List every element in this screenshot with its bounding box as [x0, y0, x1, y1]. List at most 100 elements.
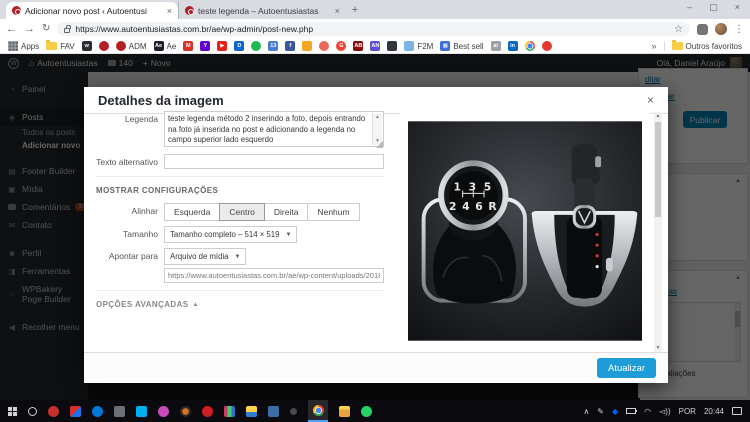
taskbar-colorful-app-icon[interactable] [224, 406, 235, 417]
tab-active[interactable]: Adicionar novo post ‹ Autoentusi × [6, 2, 178, 19]
bookmarks-bar: Apps FAV w ADM AeAe M Y ▶ D 13 f G AB AN… [0, 39, 750, 54]
align-label: Alinhar [84, 203, 164, 221]
other-favorites[interactable]: Outros favoritos [672, 42, 742, 51]
profile-avatar[interactable] [715, 23, 727, 35]
bookmark-facebook[interactable]: f [285, 41, 295, 51]
modal-close-icon[interactable]: × [647, 93, 654, 107]
textarea-resize-handle[interactable] [376, 141, 383, 148]
alt-text-input[interactable] [164, 154, 384, 169]
display-settings-heading: MOSTRAR CONFIGURAÇÕES [96, 186, 396, 195]
scroll-up-icon[interactable]: ▲ [654, 113, 662, 119]
divider [96, 176, 384, 177]
bookmark-spotify[interactable] [251, 41, 261, 51]
align-left-button[interactable]: Esquerda [164, 203, 220, 221]
bookmark-item[interactable]: w [82, 41, 92, 51]
language-indicator[interactable]: POR [679, 407, 696, 416]
tab-close-icon[interactable]: × [335, 6, 340, 16]
scrollbar-thumb[interactable] [655, 122, 661, 217]
align-button-group: Esquerda Centro Direita Nenhum [164, 203, 360, 221]
bookmark-linkedin[interactable]: in [508, 41, 518, 51]
whatsapp-icon[interactable] [361, 406, 372, 417]
bookmark-fav-folder[interactable]: FAV [46, 42, 75, 51]
modal-title: Detalhes da imagem [98, 93, 224, 108]
cortana-search-icon[interactable] [28, 407, 37, 416]
size-select[interactable]: Tamanho completo – 514 × 519▼ [164, 226, 297, 243]
bookmark-opera[interactable] [542, 41, 552, 51]
volume-icon[interactable]: ◅)) [659, 407, 670, 416]
bookmark-item[interactable]: AN [370, 41, 380, 51]
start-button-icon[interactable] [8, 407, 17, 416]
taskbar-arrow-app-icon[interactable] [70, 406, 81, 417]
address-bar[interactable]: https://www.autoentusiastas.com.br/ae/wp… [57, 22, 690, 36]
align-center-button[interactable]: Centro [219, 203, 265, 221]
bookmark-youtube[interactable]: ▶ [217, 41, 227, 51]
battery-icon[interactable] [626, 408, 636, 414]
bookmark-f2m[interactable]: F2M [404, 41, 433, 51]
chrome-taskbar-active[interactable] [308, 400, 328, 422]
bookmark-item[interactable]: G [336, 41, 346, 51]
notifications-icon[interactable] [732, 407, 742, 415]
bookmarks-overflow-icon[interactable]: » [652, 41, 657, 51]
folder-icon [672, 42, 683, 50]
scroll-down-icon[interactable]: ▼ [654, 345, 662, 351]
tab-inactive[interactable]: teste legenda – Autoentusiastas × [178, 2, 346, 19]
triangle-up-icon: ▲ [192, 302, 198, 308]
taskbar-media-app-icon[interactable] [48, 406, 59, 417]
back-icon[interactable]: ← [6, 24, 17, 35]
window-close-icon[interactable]: × [735, 2, 740, 13]
facebook-icon: f [285, 41, 295, 51]
bookmark-chrome[interactable] [525, 41, 535, 51]
bookmark-adm[interactable]: ADM [116, 41, 147, 51]
bookmark-item[interactable] [387, 41, 397, 51]
url-text[interactable]: https://www.autoentusiastas.com.br/ae/wp… [75, 24, 669, 34]
modal-scrollbar[interactable]: ▲ ▼ [654, 112, 662, 352]
new-tab-button[interactable]: + [346, 2, 364, 19]
bookmark-item[interactable] [302, 41, 312, 51]
bookmark-item[interactable] [99, 41, 109, 51]
taskbar-dark-app-icon[interactable] [180, 406, 191, 417]
reload-icon[interactable]: ↻ [42, 24, 50, 34]
bookmark-label: Apps [21, 42, 39, 51]
taskbar-clock[interactable]: 20:44 [704, 407, 724, 416]
tray-expand-icon[interactable]: ∧ [583, 407, 589, 416]
forward-icon[interactable]: → [24, 24, 35, 35]
skype-icon[interactable] [136, 406, 147, 417]
advanced-options-toggle[interactable]: OPÇÕES AVANÇADAS ▲ [96, 300, 396, 309]
window-minimize-icon[interactable]: – [687, 2, 692, 13]
file-explorer-icon[interactable] [339, 406, 350, 417]
photos-icon[interactable] [246, 406, 257, 417]
bookmark-item[interactable]: D [234, 41, 244, 51]
bookmark-yahoo[interactable]: Y [200, 41, 210, 51]
taskbar-small-app-icon[interactable] [290, 408, 297, 415]
window-maximize-icon[interactable]: ▢ [709, 2, 718, 13]
caption-textarea[interactable]: teste legenda método 2 inserindo a foto,… [164, 111, 384, 147]
scroll-up-icon[interactable]: ▲ [375, 114, 380, 120]
bookmark-star-icon[interactable]: ☆ [674, 24, 683, 35]
edge-icon[interactable] [92, 406, 103, 417]
pen-icon[interactable]: ✎ [597, 407, 604, 416]
screen: Adicionar novo post ‹ Autoentusi × teste… [0, 0, 750, 422]
link-url-input[interactable] [164, 268, 384, 283]
store-icon[interactable] [114, 406, 125, 417]
tab-close-icon[interactable]: × [167, 6, 172, 16]
bookmark-item[interactable] [319, 41, 329, 51]
update-button[interactable]: Atualizar [597, 358, 656, 378]
wifi-icon[interactable]: ◠ [644, 407, 651, 416]
dropbox-icon[interactable]: ◆ [612, 407, 618, 416]
align-none-button[interactable]: Nenhum [307, 203, 359, 221]
bookmark-ae[interactable]: AeAe [154, 41, 177, 51]
bookmark-best-sell[interactable]: ▦Best sell [440, 41, 483, 51]
bookmark-item[interactable]: ai [491, 41, 501, 51]
align-right-button[interactable]: Direita [264, 203, 309, 221]
bookmark-item[interactable]: 13 [268, 41, 278, 51]
taskbar-purple-app-icon[interactable] [158, 406, 169, 417]
taskbar-red-app-icon[interactable] [202, 406, 213, 417]
extension-icon[interactable] [697, 24, 708, 35]
taskbar-camera-app-icon[interactable] [268, 406, 279, 417]
bookmark-apps[interactable]: Apps [8, 41, 39, 51]
link-to-select[interactable]: Arquivo de mídia▼ [164, 248, 246, 265]
bookmark-item[interactable]: AB [353, 41, 363, 51]
browser-menu-icon[interactable]: ⋮ [734, 24, 744, 35]
bookmark-gmail[interactable]: M [183, 41, 193, 51]
bookmark-label: Ae [167, 42, 177, 51]
